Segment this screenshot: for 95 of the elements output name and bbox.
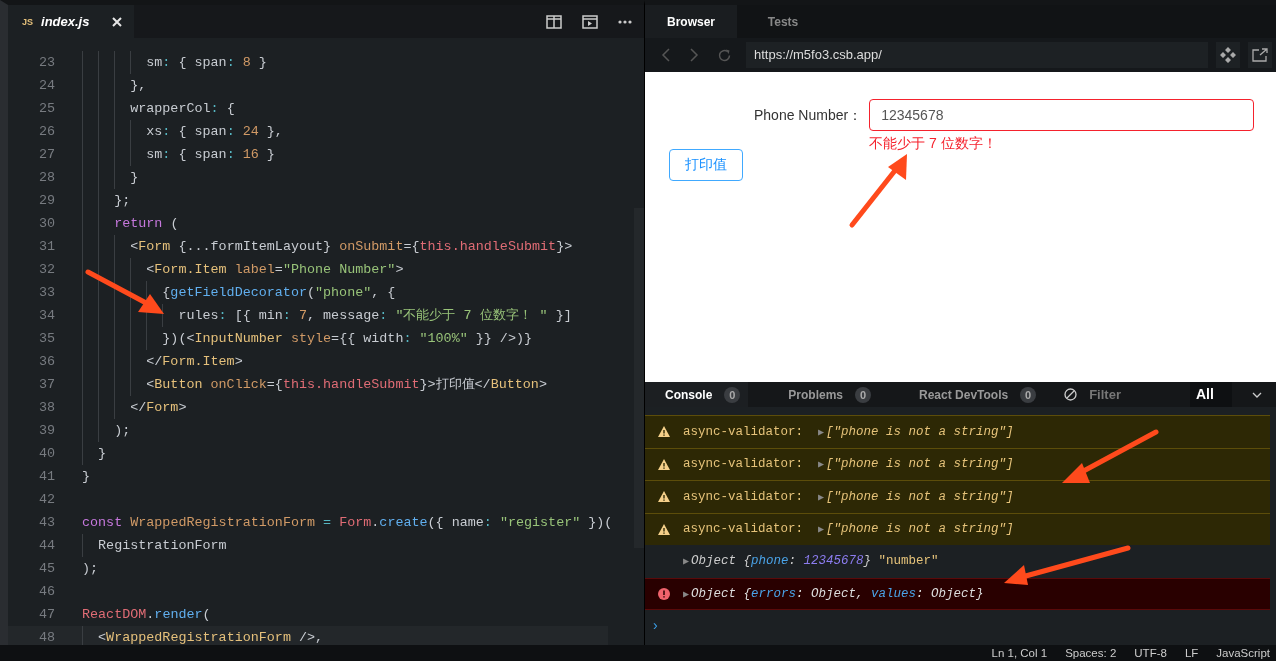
open-external-icon [1252, 48, 1268, 62]
code-line: return ( [82, 211, 179, 235]
code-line: ); [82, 418, 131, 442]
field-label: Phone Number： [754, 106, 863, 125]
open-external-button[interactable] [1248, 42, 1272, 68]
close-icon[interactable] [112, 16, 122, 27]
line-number: 45 [37, 559, 55, 578]
phone-input[interactable]: 12345678 [869, 99, 1254, 131]
status-item[interactable]: Spaces: 2 [1065, 646, 1117, 660]
code-line: const WrappedRegistrationForm = Form.create({ name: "register" })( [82, 513, 613, 532]
panel-tab[interactable]: Tests [737, 5, 829, 38]
diamond-icon [1219, 46, 1237, 64]
line-number: 29 [37, 191, 55, 210]
line-number: 43 [37, 513, 55, 532]
status-item[interactable]: JavaScript [1216, 646, 1270, 660]
console-tab[interactable]: Console 0 [645, 382, 749, 407]
diamond-icon-button[interactable] [1216, 42, 1240, 68]
line-number: 35 [37, 329, 55, 348]
line-number: 48 [37, 628, 55, 645]
error-icon [658, 587, 670, 600]
line-number: 31 [37, 237, 55, 256]
line-number: 33 [37, 283, 55, 302]
filter-field[interactable]: Filter [1087, 386, 1162, 403]
code-line: } [82, 165, 139, 189]
code-line: wrapperCol: { [82, 96, 235, 120]
tab-label: React DevTools [919, 387, 1009, 402]
level-select[interactable]: All [1190, 382, 1232, 407]
log-message: async-validator: ▶ ["phone is not a string"] [683, 489, 1014, 504]
code-line: sm: { span: 8 } [82, 50, 267, 74]
code-line: ); [82, 559, 99, 578]
back-icon[interactable] [661, 48, 671, 62]
file-tab[interactable]: JS index.js [8, 5, 134, 38]
code-line: <Form.Item label="Phone Number"> [82, 257, 404, 281]
forward-icon[interactable] [689, 48, 699, 62]
warning-icon [658, 523, 670, 535]
line-number: 26 [37, 122, 55, 141]
code-line: } [82, 441, 107, 465]
code-line: })(<InputNumber style={{ width: "100%" }} />)} [82, 326, 532, 350]
status-item[interactable]: UTF-8 [1134, 646, 1167, 660]
status-item[interactable]: LF [1184, 646, 1199, 660]
line-number: 24 [37, 76, 55, 95]
error-message: 不能少于 7 位数字！ [869, 135, 998, 153]
url-field[interactable]: https://m5fo3.csb.app/ [746, 42, 1208, 68]
line-number: 38 [37, 398, 55, 417]
warning-icon [658, 458, 670, 470]
code-line: </Form> [82, 395, 187, 419]
log-message: ▶ Object {phone: 12345678} "number" [683, 554, 939, 569]
prompt-caret[interactable]: › [653, 617, 658, 633]
reload-icon[interactable] [717, 47, 732, 63]
code-line: } [82, 467, 91, 486]
count-badge: 0 [724, 386, 741, 403]
count-badge: 0 [1020, 386, 1037, 403]
code-line: RegistrationForm [82, 533, 227, 557]
console-tab[interactable]: React DevTools 0 [899, 382, 1045, 407]
log-message: async-validator: ▶ ["phone is not a string"] [683, 424, 1014, 439]
panel-tab[interactable]: Browser [645, 5, 737, 38]
line-number: 39 [37, 421, 55, 440]
line-number: 44 [37, 536, 55, 555]
warning-icon [658, 491, 670, 503]
console-tab[interactable]: Problems 0 [768, 382, 880, 407]
line-number: 46 [37, 582, 55, 601]
warning-icon [658, 426, 670, 438]
line-number: 32 [37, 260, 55, 279]
more-icon[interactable] [618, 19, 632, 24]
code-line: ReactDOM.render( [82, 605, 211, 624]
code-line: xs: { span: 24 }, [82, 119, 283, 143]
code-line: }, [82, 73, 147, 97]
code-line: }; [82, 188, 131, 212]
line-number: 27 [37, 145, 55, 164]
log-message: async-validator: ▶ ["phone is not a string"] [683, 522, 1014, 537]
line-number: 41 [37, 467, 55, 486]
count-badge: 0 [855, 386, 872, 403]
line-number: 25 [37, 99, 55, 118]
line-number: 40 [37, 444, 55, 463]
tab-label: Problems [788, 387, 844, 402]
preview-icon[interactable] [582, 14, 598, 29]
clear-icon[interactable] [1064, 388, 1078, 401]
status-item[interactable]: Ln 1, Col 1 [991, 646, 1048, 660]
line-number: 37 [37, 375, 55, 394]
code-line: <Button onClick={this.handleSubmit}>打印值</Button> [82, 372, 547, 396]
line-number: 28 [37, 168, 55, 187]
line-number: 36 [37, 352, 55, 371]
tab-label: Console [665, 387, 713, 402]
log-message: async-validator: ▶ ["phone is not a string"] [683, 457, 1014, 472]
line-number: 42 [37, 490, 55, 509]
split-view-icon[interactable] [546, 14, 562, 29]
code-line: <Form {...formItemLayout} onSubmit={this.handleSubmit}> [82, 234, 573, 258]
line-number: 34 [37, 306, 55, 325]
code-line: sm: { span: 16 } [82, 142, 275, 166]
line-number: 23 [37, 53, 55, 72]
line-number: 47 [37, 605, 55, 624]
log-message: ▶ Object {errors: Object, values: Object} [683, 586, 984, 601]
line-number: 30 [37, 214, 55, 233]
chevron-down-icon[interactable] [1252, 391, 1262, 398]
code-line: </Form.Item> [82, 349, 243, 373]
